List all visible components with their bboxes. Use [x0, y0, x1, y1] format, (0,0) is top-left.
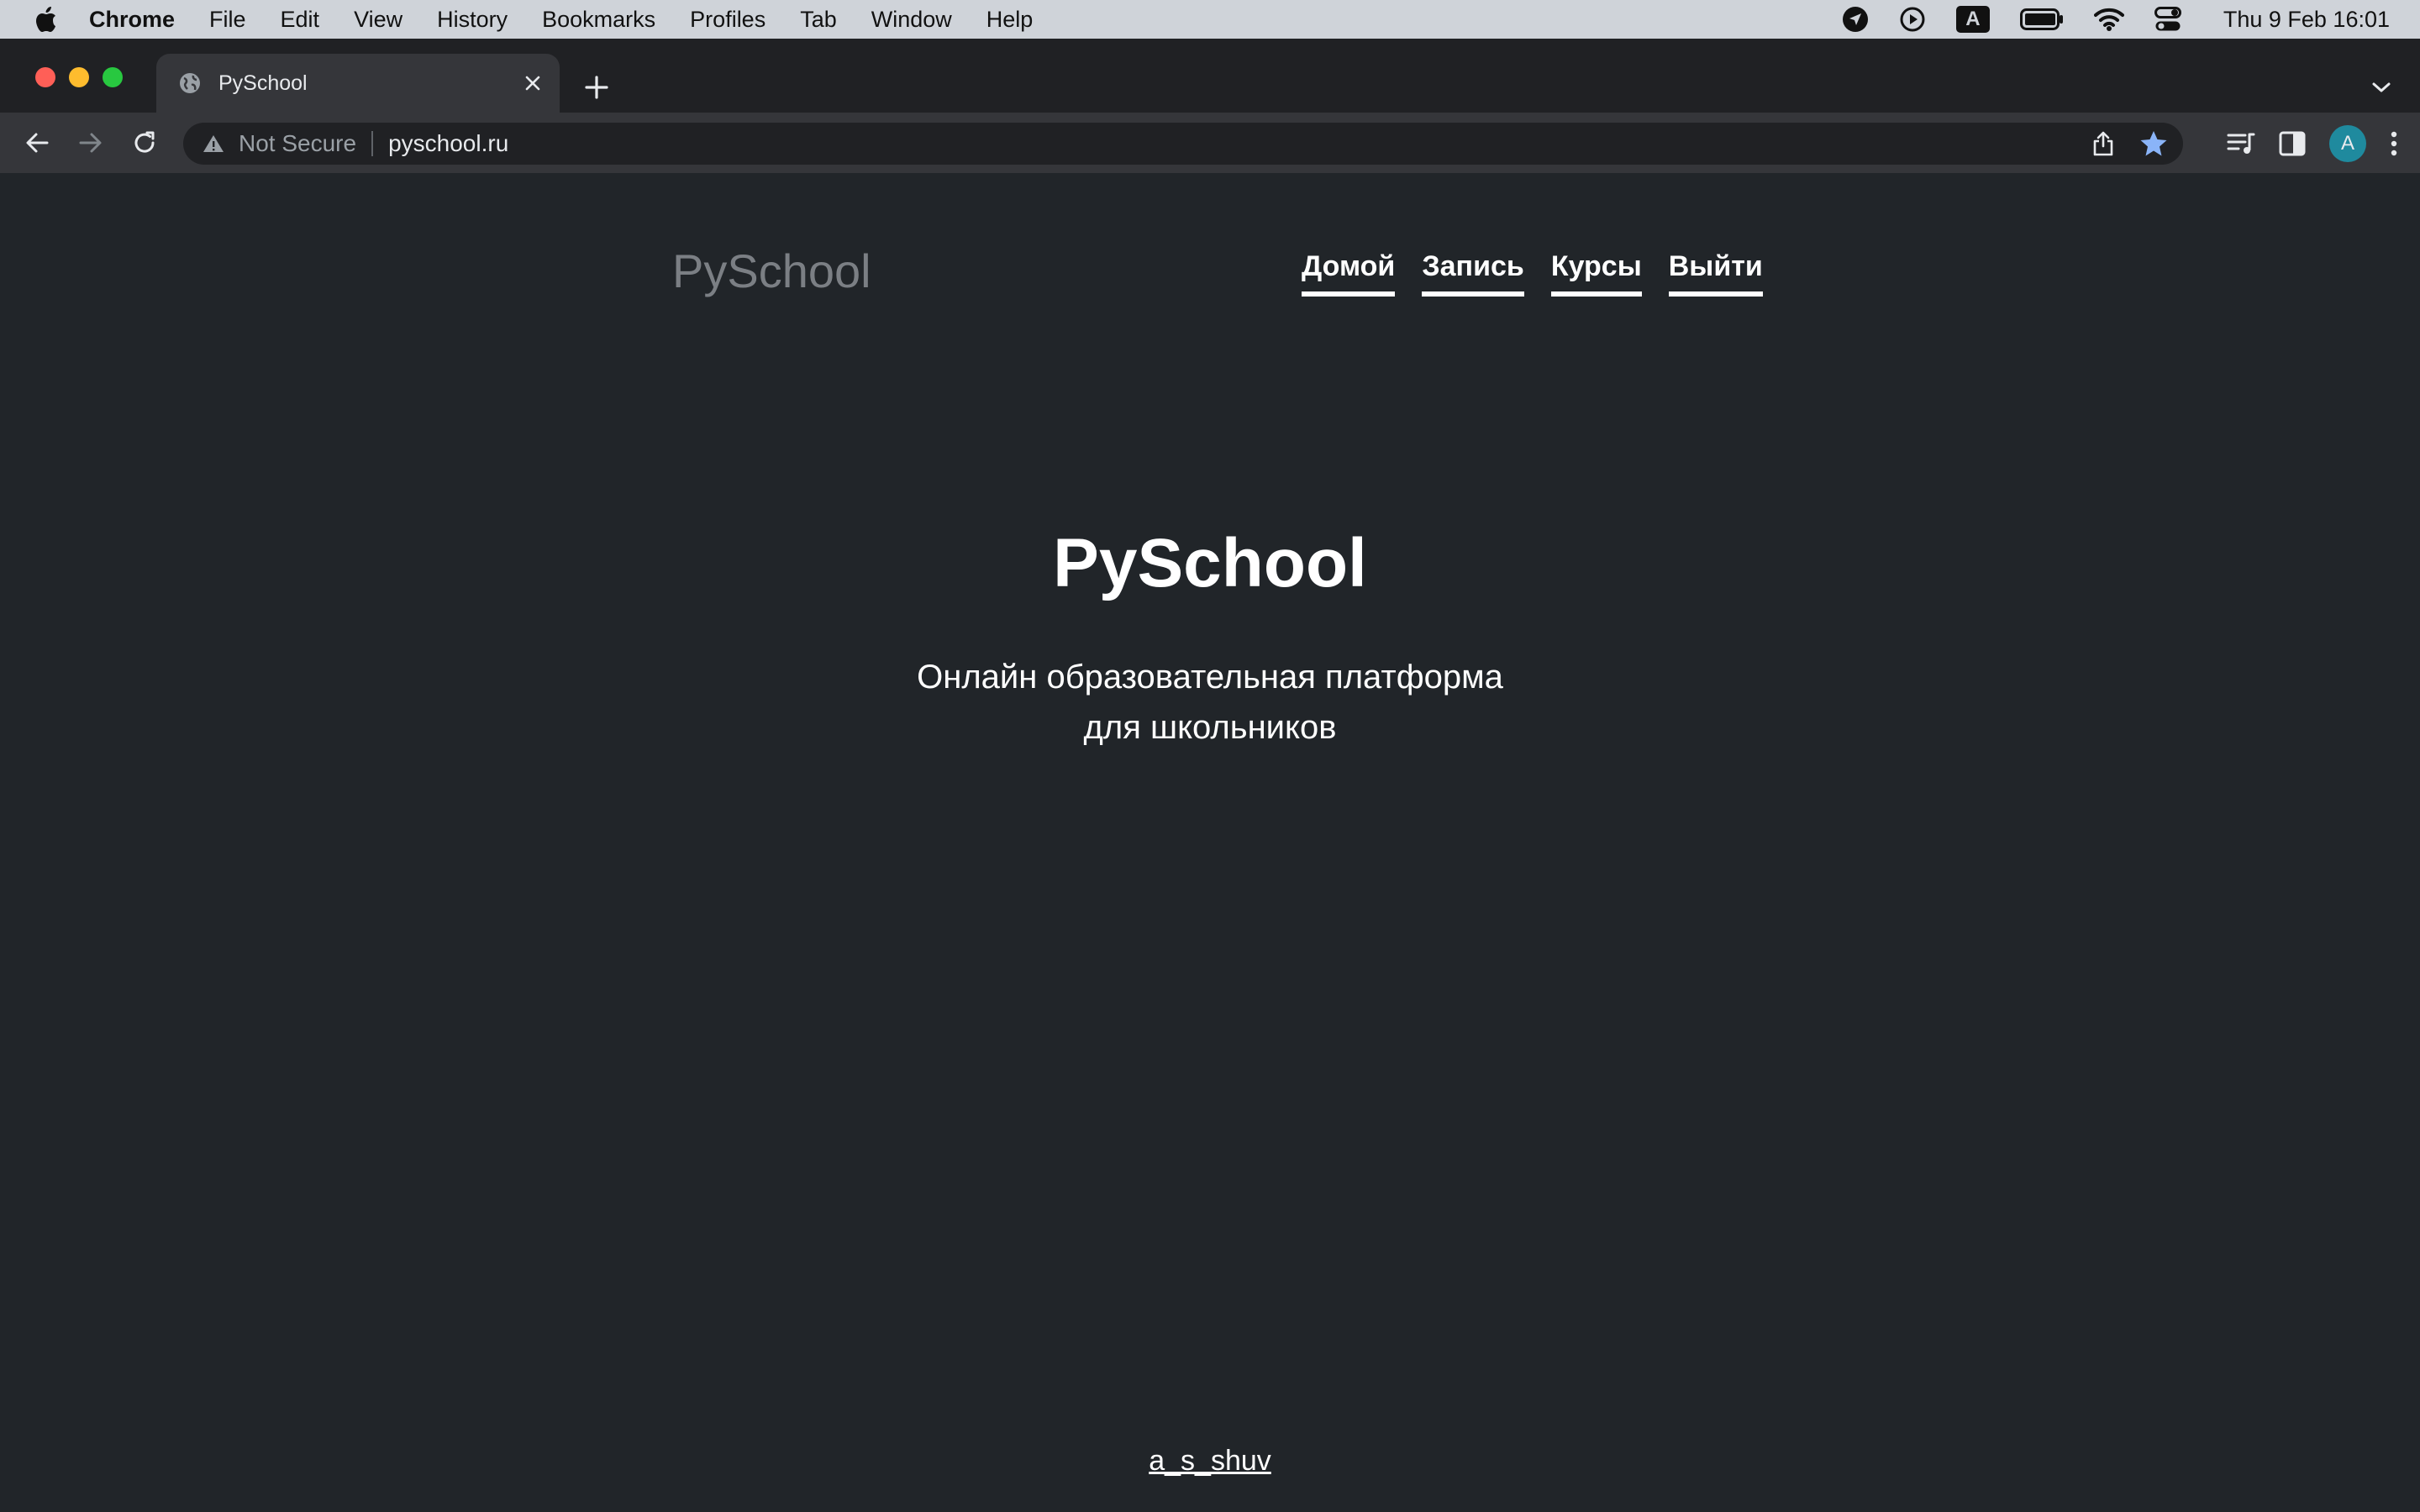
macos-menubar: Chrome File Edit View History Bookmarks … [0, 0, 2420, 39]
menu-bookmarks[interactable]: Bookmarks [542, 7, 655, 33]
window-close-button[interactable] [35, 67, 55, 87]
footer-author-link[interactable]: a_s_shuv [1149, 1445, 1271, 1477]
menu-profiles[interactable]: Profiles [690, 7, 765, 33]
window-minimize-button[interactable] [69, 67, 89, 87]
reload-icon[interactable] [129, 128, 160, 158]
control-center-icon[interactable] [2154, 7, 2181, 32]
window-controls [35, 67, 123, 87]
warning-triangle-icon[interactable] [202, 132, 225, 155]
nav-link-signup[interactable]: Запись [1422, 250, 1524, 297]
menu-edit[interactable]: Edit [281, 7, 320, 33]
address-bar[interactable]: Not Secure pyschool.ru [183, 123, 2183, 165]
browser-toolbar: Not Secure pyschool.ru A [0, 113, 2420, 173]
site-nav: Домой Запись Курсы Выйти [1302, 250, 1763, 297]
menu-file[interactable]: File [209, 7, 246, 33]
hero-lead-line-1: Онлайн образовательная платформа [917, 659, 1503, 696]
toolbar-right-actions: A [2227, 123, 2398, 165]
nav-link-courses[interactable]: Курсы [1550, 250, 1642, 297]
site-logo[interactable]: PySchool [672, 244, 871, 298]
menu-tab[interactable]: Tab [800, 7, 837, 33]
apple-logo-icon[interactable] [32, 5, 59, 34]
menu-view[interactable]: View [354, 7, 402, 33]
globe-icon [178, 71, 202, 95]
back-arrow-icon[interactable] [22, 128, 52, 158]
browser-window: PySchool Not Secure pyschool.ru A PyScho… [0, 39, 2420, 1512]
menu-history[interactable]: History [437, 7, 508, 33]
window-zoom-button[interactable] [103, 67, 123, 87]
tab-close-icon[interactable] [521, 71, 544, 95]
profile-avatar[interactable]: A [2329, 125, 2366, 162]
bookmark-star-icon[interactable] [2139, 130, 2168, 157]
menu-help[interactable]: Help [986, 7, 1034, 33]
tab-title: PySchool [218, 71, 308, 95]
battery-icon[interactable] [2019, 8, 2064, 30]
tab-strip: PySchool [0, 39, 2420, 113]
menubar-clock[interactable]: Thu 9 Feb 16:01 [2223, 7, 2390, 33]
url-text[interactable]: pyschool.ru [388, 130, 508, 157]
hero-lead-line-2: для школьников [1083, 709, 1337, 746]
side-panel-icon[interactable] [2279, 131, 2306, 156]
tab-pyschool[interactable]: PySchool [156, 54, 560, 113]
reading-list-icon[interactable] [2227, 131, 2255, 156]
new-tab-plus-icon[interactable] [580, 71, 613, 104]
tab-search-chevron-down-icon[interactable] [2368, 74, 2395, 101]
hero-title: PySchool [1053, 525, 1367, 601]
hero-lead: Онлайн образовательная платформа для шко… [0, 652, 2420, 753]
menu-window[interactable]: Window [871, 7, 952, 33]
share-icon[interactable] [2092, 131, 2114, 156]
address-bar-actions [2092, 123, 2168, 165]
location-arrow-icon[interactable] [1842, 6, 1869, 33]
web-page: PySchool Домой Запись Курсы Выйти PyScho… [0, 173, 2420, 1512]
page-footer: a_s_shuv [0, 1445, 2420, 1478]
forward-arrow-icon[interactable] [76, 128, 106, 158]
address-separator [371, 131, 374, 156]
wifi-icon[interactable] [2093, 8, 2124, 31]
menu-app-name[interactable]: Chrome [89, 7, 175, 33]
nav-link-logout[interactable]: Выйти [1668, 250, 1763, 297]
menubar-status-area: A Thu 9 Feb 16:01 [1842, 0, 2390, 39]
security-status-label[interactable]: Not Secure [239, 130, 356, 157]
play-circle-icon[interactable] [1899, 6, 1926, 33]
more-menu-kebab-icon[interactable] [2390, 130, 2398, 157]
nav-link-home[interactable]: Домой [1302, 250, 1396, 297]
input-source-icon[interactable]: A [1955, 6, 1990, 33]
